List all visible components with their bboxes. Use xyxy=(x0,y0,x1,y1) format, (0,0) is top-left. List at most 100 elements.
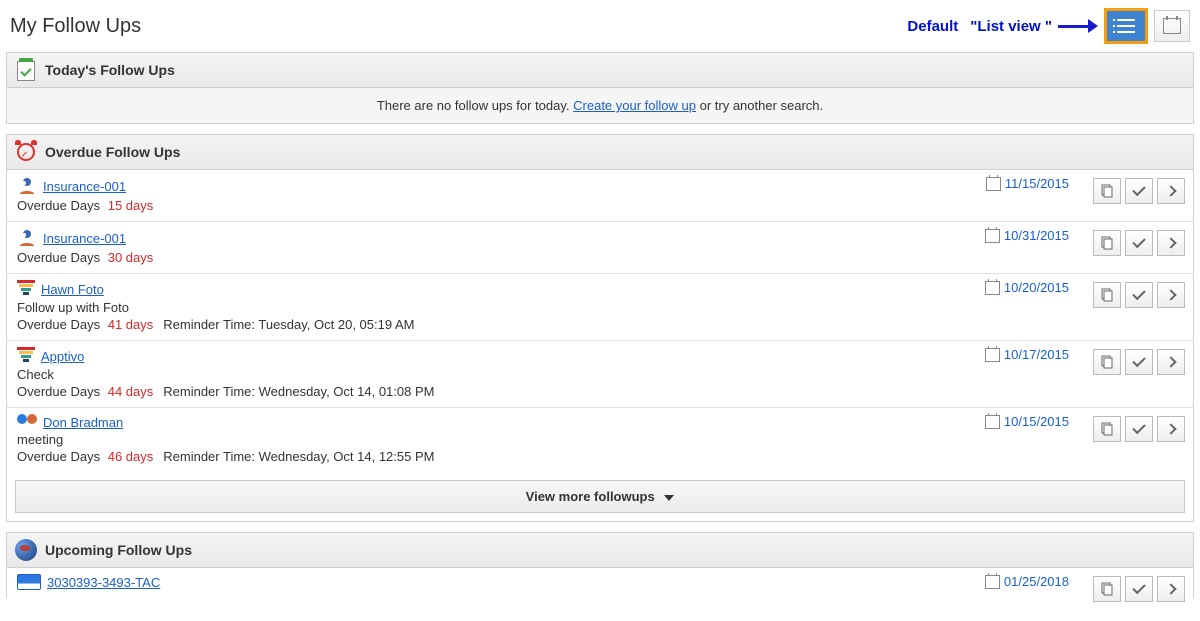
followup-link[interactable]: Hawn Foto xyxy=(41,282,104,297)
overdue-item: Don Bradman meeting Overdue Days 46 days Re… xyxy=(7,407,1193,472)
calendar-icon xyxy=(1163,18,1181,34)
list-view-button[interactable] xyxy=(1104,8,1148,44)
copy-button[interactable] xyxy=(1093,282,1121,308)
overdue-item: Insurance-001 Overdue Days 15 days 11/15/2… xyxy=(7,170,1193,221)
upcoming-item: 3030393-3493-TAC 01/25/2018 xyxy=(7,568,1193,598)
followup-link[interactable]: Insurance-001 xyxy=(43,231,126,246)
copy-button[interactable] xyxy=(1093,416,1121,442)
overdue-days-value: 46 days xyxy=(108,449,154,464)
date-icon xyxy=(985,348,1000,362)
chevron-right-icon xyxy=(1165,185,1176,196)
copy-button[interactable] xyxy=(1093,349,1121,375)
list-view-label: "List view " xyxy=(970,18,1052,35)
list-icon xyxy=(1117,19,1135,33)
check-icon xyxy=(1132,287,1145,300)
copy-button[interactable] xyxy=(1093,230,1121,256)
today-empty-suffix: or try another search. xyxy=(696,98,823,113)
overdue-section-title: Overdue Follow Ups xyxy=(45,144,180,160)
overdue-section: Overdue Follow Ups Insurance-001 Overdue … xyxy=(6,134,1194,522)
reminder-time: Reminder Time: Wednesday, Oct 14, 12:55 … xyxy=(163,449,434,464)
check-icon xyxy=(1132,354,1145,367)
today-empty-prefix: There are no follow ups for today. xyxy=(377,98,573,113)
copy-button[interactable] xyxy=(1093,576,1121,602)
followup-description: meeting xyxy=(17,432,1183,447)
overdue-days-label: Overdue Days xyxy=(17,449,100,464)
overdue-days-label: Overdue Days xyxy=(17,317,100,332)
chevron-right-icon xyxy=(1165,583,1176,594)
view-more-followups-button[interactable]: View more followups xyxy=(15,480,1185,513)
followup-date: 10/15/2015 xyxy=(985,414,1069,429)
arrow-right-icon xyxy=(1058,19,1098,33)
open-button[interactable] xyxy=(1157,416,1185,442)
default-view-label: Default xyxy=(907,18,958,35)
overdue-item: Apptivo Check Overdue Days 44 days Reminder… xyxy=(7,340,1193,407)
date-icon xyxy=(986,177,1001,191)
date-icon xyxy=(985,229,1000,243)
upcoming-section-title: Upcoming Follow Ups xyxy=(45,542,192,558)
complete-button[interactable] xyxy=(1125,178,1153,204)
today-empty-row: There are no follow ups for today. Creat… xyxy=(7,88,1193,123)
opportunity-icon xyxy=(17,176,37,196)
followup-link[interactable]: 3030393-3493-TAC xyxy=(47,575,160,590)
open-button[interactable] xyxy=(1157,576,1185,602)
case-icon xyxy=(17,574,41,590)
overdue-days-value: 30 days xyxy=(108,250,154,265)
followup-description: Check xyxy=(17,367,1183,382)
open-button[interactable] xyxy=(1157,178,1185,204)
contacts-icon xyxy=(17,414,37,430)
overdue-item: Hawn Foto Follow up with Foto Overdue Days… xyxy=(7,273,1193,340)
followup-link[interactable]: Apptivo xyxy=(41,349,84,364)
date-icon xyxy=(985,415,1000,429)
followup-link[interactable]: Don Bradman xyxy=(43,415,123,430)
overdue-days-value: 15 days xyxy=(108,198,154,213)
check-icon xyxy=(1132,183,1145,196)
followup-date: 10/17/2015 xyxy=(985,347,1069,362)
caret-down-icon xyxy=(664,495,674,501)
check-icon xyxy=(1132,235,1145,248)
chevron-right-icon xyxy=(1165,423,1176,434)
complete-button[interactable] xyxy=(1125,416,1153,442)
overdue-days-label: Overdue Days xyxy=(17,198,100,213)
opportunity-icon xyxy=(17,228,37,248)
complete-button[interactable] xyxy=(1125,576,1153,602)
upcoming-section: Upcoming Follow Ups 3030393-3493-TAC 01/2… xyxy=(6,532,1194,598)
funnel-icon xyxy=(17,280,35,298)
alarm-clock-icon xyxy=(15,141,37,163)
overdue-days-value: 44 days xyxy=(108,384,154,399)
followup-link[interactable]: Insurance-001 xyxy=(43,179,126,194)
followup-date: 10/20/2015 xyxy=(985,280,1069,295)
followup-description: Follow up with Foto xyxy=(17,300,1183,315)
overdue-days-label: Overdue Days xyxy=(17,384,100,399)
followup-date: 01/25/2018 xyxy=(985,574,1069,589)
followup-date: 10/31/2015 xyxy=(985,228,1069,243)
copy-button[interactable] xyxy=(1093,178,1121,204)
date-icon xyxy=(985,281,1000,295)
complete-button[interactable] xyxy=(1125,230,1153,256)
reminder-time: Reminder Time: Wednesday, Oct 14, 01:08 … xyxy=(163,384,434,399)
today-section-title: Today's Follow Ups xyxy=(45,62,175,78)
chevron-right-icon xyxy=(1165,289,1176,300)
open-button[interactable] xyxy=(1157,230,1185,256)
page-title: My Follow Ups xyxy=(10,15,141,38)
globe-icon xyxy=(15,539,37,561)
complete-button[interactable] xyxy=(1125,282,1153,308)
overdue-item: Insurance-001 Overdue Days 30 days 10/31/2… xyxy=(7,221,1193,273)
funnel-icon xyxy=(17,347,35,365)
view-more-label: View more followups xyxy=(526,489,655,504)
open-button[interactable] xyxy=(1157,349,1185,375)
overdue-days-value: 41 days xyxy=(108,317,154,332)
today-section: Today's Follow Ups There are no follow u… xyxy=(6,52,1194,124)
create-followup-link[interactable]: Create your follow up xyxy=(573,98,696,113)
chevron-right-icon xyxy=(1165,356,1176,367)
check-icon xyxy=(1132,421,1145,434)
followup-date: 11/15/2015 xyxy=(986,176,1069,191)
check-icon xyxy=(1132,581,1145,594)
today-calendar-icon xyxy=(15,59,37,81)
calendar-view-button[interactable] xyxy=(1154,10,1190,42)
open-button[interactable] xyxy=(1157,282,1185,308)
complete-button[interactable] xyxy=(1125,349,1153,375)
date-icon xyxy=(985,575,1000,589)
reminder-time: Reminder Time: Tuesday, Oct 20, 05:19 AM xyxy=(163,317,414,332)
overdue-days-label: Overdue Days xyxy=(17,250,100,265)
chevron-right-icon xyxy=(1165,237,1176,248)
